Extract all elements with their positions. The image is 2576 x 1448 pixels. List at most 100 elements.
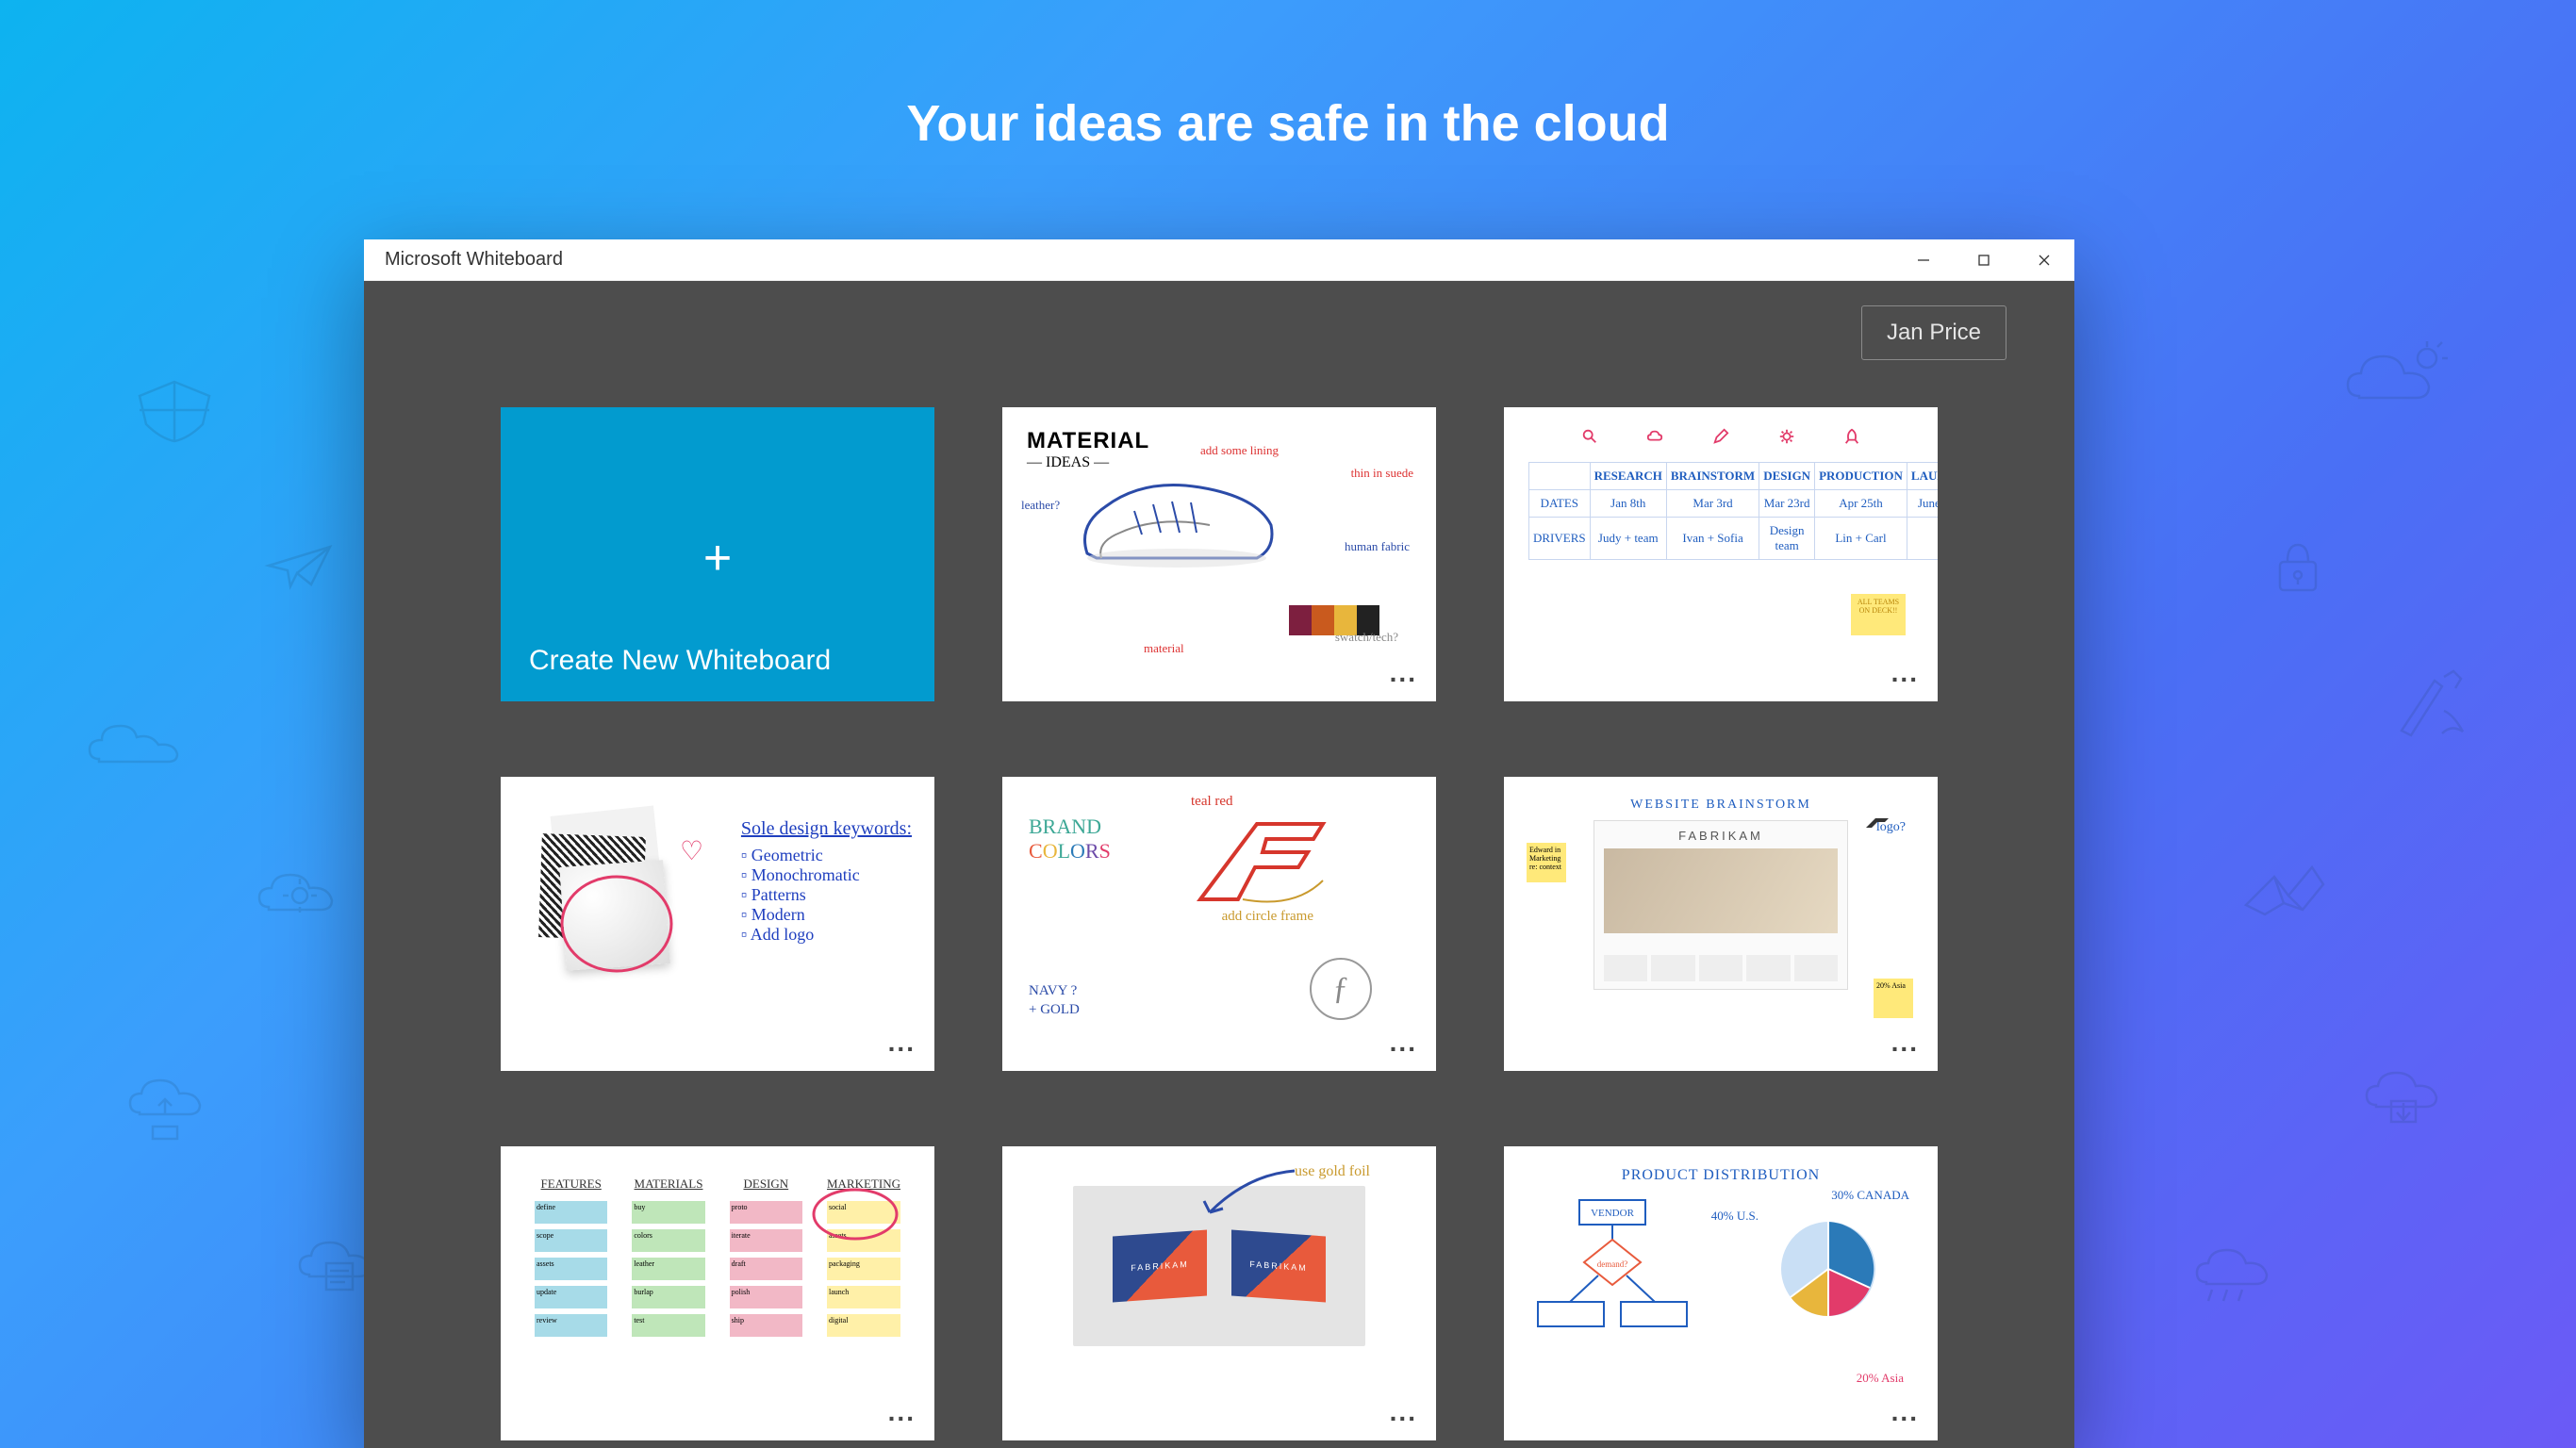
create-new-whiteboard-tile[interactable]: + Create New Whiteboard: [501, 407, 934, 701]
board-note: digital: [827, 1314, 900, 1337]
cell: Mar 23rd: [1759, 490, 1815, 518]
cell: Judy + team: [1590, 518, 1666, 560]
close-button[interactable]: [2014, 239, 2074, 280]
col-header: LAUNCH: [1907, 463, 1938, 490]
more-button[interactable]: ...: [888, 1397, 916, 1427]
note: swatch/tech?: [1335, 630, 1398, 645]
note: leather?: [1021, 498, 1060, 513]
sticky-note: 20% Asia: [1874, 979, 1913, 1018]
thumbnail: BRAND COLORS ƒ teal red add circle frame…: [1002, 777, 1436, 1071]
cloud-doodle-icon: [85, 716, 189, 768]
flowchart: VENDOR demand?: [1532, 1198, 1693, 1363]
whiteboard-tile-sole[interactable]: ♡ Sole design keywords: ▫ Geometric ▫ Mo…: [501, 777, 934, 1071]
sticky-note: ALL TEAMS ON DECK!!: [1851, 594, 1906, 635]
whiteboard-tile-distribution[interactable]: PRODUCT DISTRIBUTION VENDOR demand?: [1504, 1146, 1938, 1440]
more-button[interactable]: ...: [1390, 1028, 1417, 1058]
phase-icons: [1528, 428, 1913, 445]
mock-nav: [1604, 955, 1838, 981]
more-button[interactable]: ...: [1390, 658, 1417, 688]
whiteboard-grid: + Create New Whiteboard MATERIAL — IDEAS…: [432, 407, 2006, 1440]
cell: Apr 25th: [1815, 490, 1907, 518]
brand-line: BRAND: [1029, 814, 1111, 839]
board-note: test: [632, 1314, 704, 1337]
note: + GOLD: [1029, 1002, 1080, 1018]
board-note: packaging: [827, 1258, 900, 1280]
board-note: define: [535, 1201, 607, 1224]
origami-bird-doodle-icon: [2237, 858, 2331, 924]
board-note: draft: [730, 1258, 802, 1280]
whiteboard-tile-website[interactable]: WEBSITE BRAINSTORM FABRIKAM Edward in Ma…: [1504, 777, 1938, 1071]
app-title: Microsoft Whiteboard: [385, 249, 563, 271]
whiteboard-tile-brand[interactable]: BRAND COLORS ƒ teal red add circle frame…: [1002, 777, 1436, 1071]
flowchart-icon: VENDOR demand?: [1532, 1198, 1693, 1358]
thumb-title: WEBSITE BRAINSTORM: [1528, 798, 1913, 813]
row-label: DRIVERS: [1529, 518, 1591, 560]
note: add circle frame: [1222, 909, 1313, 925]
board-note: scope: [535, 1229, 607, 1252]
list-item: Patterns: [751, 885, 806, 904]
webpage-mock: FABRIKAM: [1593, 820, 1848, 990]
more-button[interactable]: ...: [1891, 1397, 1919, 1427]
page-heading: Your ideas are safe in the cloud: [0, 94, 2576, 153]
board-column: DESIGN proto iterate draft polish ship: [730, 1176, 802, 1337]
app-body: Jan Price + Create New Whiteboard MATERI…: [364, 281, 2074, 1448]
col-header: PRODUCTION: [1815, 463, 1907, 490]
board-note: burlap: [632, 1286, 704, 1308]
more-button[interactable]: ...: [888, 1028, 916, 1058]
list-item: Geometric: [751, 846, 823, 864]
minimize-button[interactable]: [1893, 239, 1954, 280]
maximize-icon: [1976, 253, 1991, 268]
whiteboard-tile-material[interactable]: MATERIAL — IDEAS — leather? add some lin…: [1002, 407, 1436, 701]
more-button[interactable]: ...: [1390, 1397, 1417, 1427]
board-note: update: [535, 1286, 607, 1308]
board-note: leather: [632, 1258, 704, 1280]
whiteboard-tile-packaging[interactable]: use gold foil FABRIKAM FABRIKAM ...: [1002, 1146, 1436, 1440]
more-button[interactable]: ...: [1891, 1028, 1919, 1058]
board-note: ship: [730, 1314, 802, 1337]
mock-brand: FABRIKAM: [1594, 821, 1847, 843]
col-header: RESEARCH: [1590, 463, 1666, 490]
list-item: Monochromatic: [751, 865, 860, 884]
maximize-button[interactable]: [1954, 239, 2014, 280]
cloud-icon: [1646, 428, 1663, 445]
shoe-sketch-icon: [1068, 459, 1285, 591]
paper-plane-doodle-icon: [264, 537, 339, 594]
logo-mark-icon: [1864, 816, 1892, 830]
cell: June 1st: [1907, 490, 1938, 518]
close-icon: [2037, 253, 2052, 268]
user-chip[interactable]: Jan Price: [1861, 305, 2006, 360]
keywords-list: Sole design keywords: ▫ Geometric ▫ Mono…: [741, 818, 912, 945]
cell: Jan 8th: [1590, 490, 1666, 518]
note: thin in suede: [1351, 466, 1413, 481]
col-header: BRAINSTORM: [1666, 463, 1759, 490]
col-header: DESIGN: [1759, 463, 1815, 490]
cell: Design team: [1759, 518, 1815, 560]
row-label: DATES: [1529, 490, 1591, 518]
window-controls: [1893, 239, 2074, 280]
thumbnail: FEATURES define scope assets update revi…: [501, 1146, 934, 1440]
cell: Mar 3rd: [1666, 490, 1759, 518]
pencil-icon: [1712, 428, 1729, 445]
board-column: MATERIALS buy colors leather burlap test: [632, 1176, 704, 1337]
mock-hero: [1604, 848, 1838, 933]
col-name: FEATURES: [535, 1176, 607, 1192]
note: teal red: [1191, 794, 1233, 810]
more-button[interactable]: ...: [1891, 658, 1919, 688]
pie-label: 20% Asia: [1857, 1371, 1904, 1386]
board-note: polish: [730, 1286, 802, 1308]
col-name: MATERIALS: [632, 1176, 704, 1192]
list-item: Modern: [751, 905, 805, 924]
col-name: DESIGN: [730, 1176, 802, 1192]
create-new-label: Create New Whiteboard: [501, 620, 934, 701]
shield-doodle-icon: [132, 377, 217, 443]
board-note: assets: [535, 1258, 607, 1280]
cell: Ivan + Sofia: [1666, 518, 1759, 560]
arrow-annotation-icon: [1191, 1165, 1304, 1222]
minimize-icon: [1916, 253, 1931, 268]
titlebar: Microsoft Whiteboard: [364, 239, 2074, 281]
list-item: Add logo: [751, 925, 815, 944]
note: human fabric: [1345, 539, 1410, 554]
whiteboard-tile-timeline[interactable]: RESEARCH BRAINSTORM DESIGN PRODUCTION LA…: [1504, 407, 1938, 701]
whiteboard-tile-board[interactable]: FEATURES define scope assets update revi…: [501, 1146, 934, 1440]
pencil-brush-doodle-icon: [2387, 669, 2482, 745]
